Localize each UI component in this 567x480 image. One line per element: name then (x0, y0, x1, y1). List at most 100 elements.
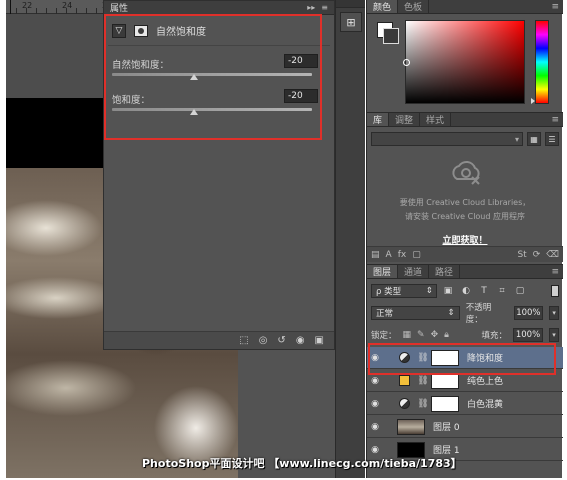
tab-libraries[interactable]: 库 (367, 113, 390, 126)
right-panel-dock: 颜色 色板 ≡ 库 调整 样式 ≡ ▾ ▦ ☰ 要使用 Creative Clo… (366, 0, 563, 478)
add-text-icon[interactable]: A (386, 250, 392, 260)
tab-styles[interactable]: 样式 (420, 113, 452, 126)
color-picker-field[interactable] (403, 20, 525, 104)
eye-icon[interactable]: ◉ (367, 399, 383, 409)
hue-slider-arrow[interactable] (531, 98, 535, 104)
layer-row[interactable]: ◉ ⛓ 白色混黄 (367, 393, 563, 415)
link-icon[interactable]: ⛓ (417, 376, 429, 386)
foreground-color-swatch[interactable] (383, 28, 399, 44)
link-icon[interactable]: ⛓ (417, 399, 429, 409)
delete-icon[interactable]: ⌫ (546, 250, 559, 260)
lock-position-icon[interactable]: ✥ (431, 330, 439, 340)
image-filter-icon[interactable]: ▣ (441, 284, 455, 298)
stock-icon[interactable]: St (517, 250, 526, 260)
layer-filter-select[interactable]: ρ 类型 ⇕ (371, 284, 437, 298)
layer-name[interactable]: 降饱和度 (467, 351, 503, 364)
tab-swatches[interactable]: 色板 (398, 0, 430, 13)
lock-transparency-icon[interactable]: ▦ (403, 330, 412, 340)
add-graphic-icon[interactable]: ▢ (412, 250, 421, 260)
solid-color-icon (397, 374, 411, 388)
layer-mask-thumbnail[interactable] (431, 372, 459, 389)
type-filter-icon[interactable]: T (477, 284, 491, 298)
library-select[interactable]: ▾ (371, 132, 523, 146)
layer-thumbnail[interactable] (397, 418, 425, 435)
delete-icon[interactable]: ▣ (315, 335, 324, 346)
eye-icon[interactable]: ◉ (367, 376, 383, 386)
vibrance-slider-thumb[interactable] (190, 74, 198, 80)
reset-icon[interactable]: ↺ (277, 335, 285, 346)
layers-panel-tabs: 图层 通道 路径 ≡ (367, 265, 563, 279)
vibrance-triangle-icon: ▽ (112, 23, 126, 38)
adjustment-icon (397, 397, 411, 411)
library-panel-tabs: 库 调整 样式 ≡ (367, 113, 563, 127)
add-style-icon[interactable]: fx (398, 250, 407, 260)
panel-dock-column: ⊞ (335, 0, 365, 478)
layers-panel: 图层 通道 路径 ≡ ρ 类型 ⇕ ▣ ◐ T ⌗ ▢ 正常 ⇕ 不透明度： 100… (367, 264, 563, 478)
panel-menu-icon[interactable]: ≡ (551, 113, 563, 126)
smart-object-filter-icon[interactable]: ▢ (513, 284, 527, 298)
tab-color[interactable]: 颜色 (367, 0, 399, 13)
creative-cloud-icon (452, 161, 480, 185)
saturation-slider-thumb[interactable] (190, 109, 198, 115)
layer-row[interactable]: ◉ ⛓ 纯色上色 (367, 370, 563, 392)
layer-name[interactable]: 图层 0 (433, 420, 460, 433)
visibility-icon[interactable]: ◉ (296, 335, 305, 346)
filter-label: ρ 类型 (376, 287, 402, 297)
saturation-input[interactable]: -20 (284, 89, 318, 103)
adjustment-name: 自然饱和度 (156, 27, 206, 38)
grid-view-icon[interactable]: ▦ (527, 132, 541, 146)
clip-to-layer-icon[interactable]: ⬚ (239, 335, 248, 346)
tab-adjustments[interactable]: 调整 (389, 113, 421, 126)
filter-toggle[interactable] (551, 285, 559, 297)
properties-dock-icon[interactable]: ⊞ (340, 12, 362, 32)
layer-mask-icon[interactable] (134, 24, 148, 37)
link-icon[interactable]: ⛓ (417, 353, 429, 363)
properties-panel-header: 属性 ▸▸ ≡ (104, 1, 334, 15)
hue-slider[interactable] (535, 20, 549, 104)
tab-layers[interactable]: 图层 (367, 265, 399, 278)
ruler-label: 22 (22, 1, 33, 10)
layer-row[interactable]: ◉ 图层 0 (367, 416, 563, 438)
vibrance-input[interactable]: -20 (284, 54, 318, 68)
tab-channels[interactable]: 通道 (398, 265, 430, 278)
color-picker-ring[interactable] (403, 59, 410, 66)
opacity-dropdown-icon[interactable]: ▾ (549, 306, 560, 320)
adjustment-filter-icon[interactable]: ◐ (459, 284, 473, 298)
eye-icon[interactable]: ◉ (367, 422, 383, 432)
saturation-slider[interactable] (112, 108, 312, 111)
vibrance-slider[interactable] (112, 73, 312, 76)
saturation-label: 饱和度： (112, 95, 151, 106)
shape-filter-icon[interactable]: ⌗ (495, 284, 509, 298)
get-now-link[interactable]: 立即获取！ (367, 233, 563, 246)
blend-mode-label: 正常 (376, 309, 394, 319)
sync-icon[interactable]: ⟳ (533, 250, 541, 260)
layer-filter-row: ρ 类型 ⇕ ▣ ◐ T ⌗ ▢ (371, 283, 559, 299)
eye-icon[interactable]: ◉ (367, 353, 383, 363)
layer-name[interactable]: 白色混黄 (467, 397, 503, 410)
add-color-icon[interactable]: ▤ (371, 250, 380, 260)
layer-name[interactable]: 纯色上色 (467, 374, 503, 387)
lock-label: 锁定： (371, 331, 397, 341)
blend-mode-select[interactable]: 正常 ⇕ (371, 306, 460, 320)
lock-all-icon[interactable]: 🔒︎ (444, 330, 449, 340)
tab-paths[interactable]: 路径 (429, 265, 461, 278)
layer-mask-thumbnail[interactable] (431, 349, 459, 366)
panel-menu-icon[interactable]: ≡ (551, 265, 563, 278)
opacity-input[interactable]: 100% (513, 306, 544, 320)
properties-panel: 属性 ▸▸ ≡ ▽ 自然饱和度 自然饱和度： -20 饱和度： -20 ⬚ ◎ … (103, 0, 335, 350)
library-message-line2: 请安装 Creative Cloud 应用程序 (404, 212, 526, 221)
fill-input[interactable]: 100% (513, 328, 543, 342)
list-view-icon[interactable]: ☰ (545, 132, 559, 146)
panel-menu-icon[interactable]: ≡ (321, 3, 328, 12)
collapse-icon[interactable]: ▸▸ (307, 3, 315, 12)
libraries-panel: 库 调整 样式 ≡ ▾ ▦ ☰ 要使用 Creative Cloud Libra… (367, 112, 563, 262)
eye-icon[interactable]: ◉ (367, 445, 383, 455)
lock-pixels-icon[interactable]: ✎ (417, 330, 425, 340)
layer-row[interactable]: ◉ ⛓ 降饱和度 (367, 347, 563, 369)
view-previous-icon[interactable]: ◎ (259, 335, 268, 346)
fill-dropdown-icon[interactable]: ▾ (549, 328, 559, 342)
fill-label: 填充： (481, 331, 507, 341)
library-footer: ▤ A fx ▢ St ⟳ ⌫ (367, 246, 563, 262)
panel-menu-icon[interactable]: ≡ (551, 0, 563, 13)
layer-mask-thumbnail[interactable] (431, 395, 459, 412)
